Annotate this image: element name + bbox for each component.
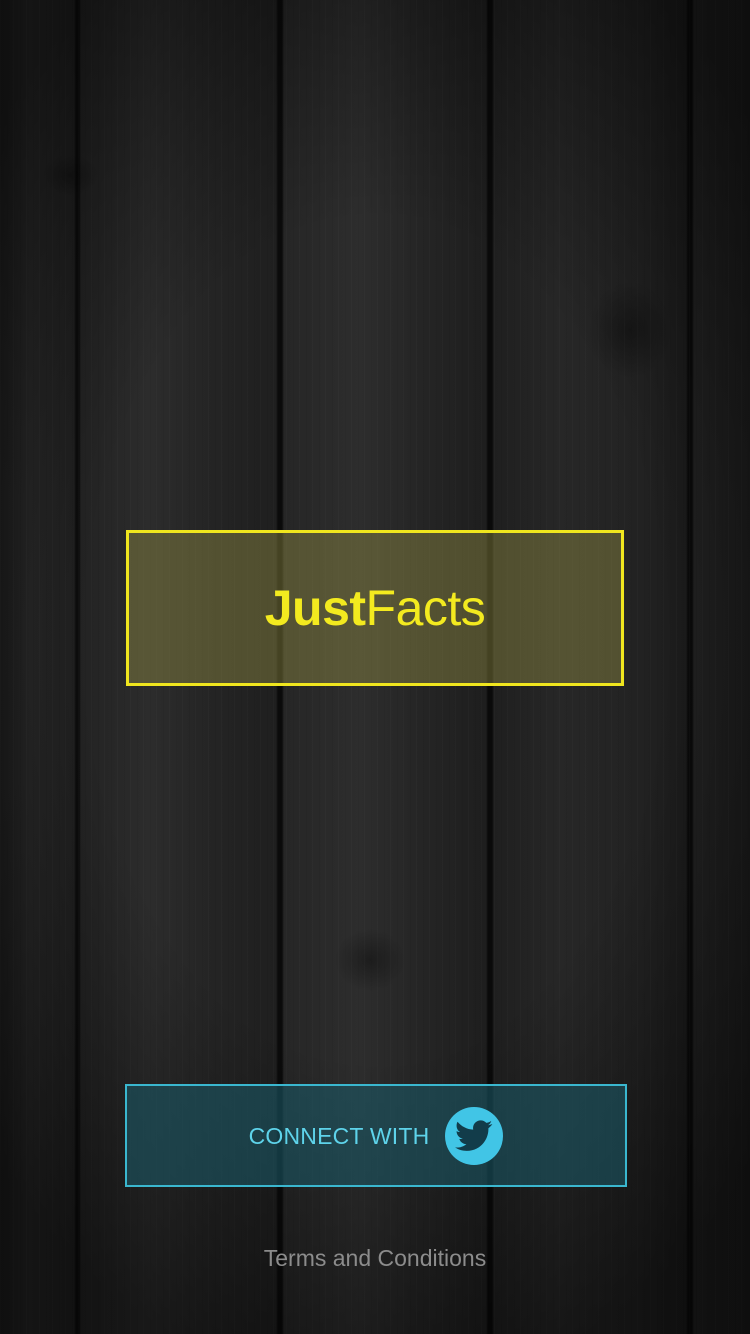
logo-text-bold: Just — [264, 580, 366, 636]
logo-text-regular: Facts — [365, 580, 486, 636]
connect-with-twitter-button[interactable]: CONNECT WITH — [125, 1084, 627, 1187]
connect-button-label: CONNECT WITH — [248, 1123, 430, 1149]
twitter-bird-glyph — [455, 1119, 493, 1151]
logo-text: JustFacts — [265, 583, 486, 633]
app-logo: JustFacts — [126, 530, 624, 686]
twitter-bird-icon — [445, 1106, 504, 1165]
splash-screen: JustFacts CONNECT WITH Terms and Conditi… — [0, 0, 750, 1334]
terms-and-conditions-link[interactable]: Terms and Conditions — [0, 1245, 750, 1272]
